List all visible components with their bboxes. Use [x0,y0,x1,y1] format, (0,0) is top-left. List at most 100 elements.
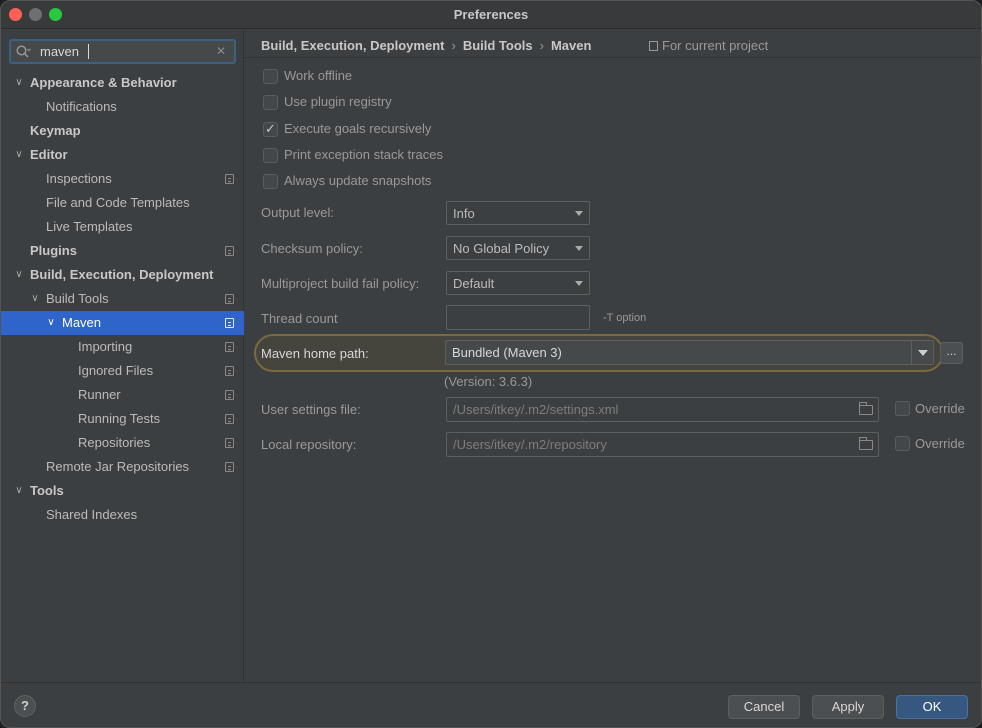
project-level-icon [225,462,234,472]
dropdown-arrow-icon[interactable] [911,341,933,364]
chevron-down-icon[interactable]: ∨ [29,287,41,311]
folder-icon[interactable] [859,402,873,415]
checksum-policy-label: Checksum policy: [261,241,363,256]
tree-item-file-code-templates[interactable]: File and Code Templates [1,191,244,215]
thread-count-label: Thread count [261,311,338,326]
tree-item-maven[interactable]: ∨ Maven [1,311,244,335]
project-level-icon [225,294,234,304]
breadcrumb-separator: › [451,38,456,53]
breadcrumb-item[interactable]: Build, Execution, Deployment [261,38,444,53]
tree-item-plugins[interactable]: Plugins [1,239,244,263]
tree-item-ignored-files[interactable]: Ignored Files [1,359,244,383]
checkbox-label: Override [915,401,965,416]
header-divider [245,57,981,58]
search-icon [16,45,31,58]
tree-item-label: Appearance & Behavior [30,75,177,90]
apply-button[interactable]: Apply [812,695,884,719]
local-repository-override-checkbox[interactable] [895,436,910,451]
checkbox-label: Print exception stack traces [284,147,443,162]
tree-item-running-tests[interactable]: Running Tests [1,407,244,431]
preferences-window: Preferences maven ✕ ∨ Appearance & Behav… [0,0,982,728]
project-level-icon [225,318,234,328]
print-exception-stack-traces-checkbox[interactable] [263,148,278,163]
select-value: No Global Policy [453,241,550,256]
use-plugin-registry-checkbox[interactable] [263,95,278,110]
thread-count-hint: -T option [603,312,647,324]
work-offline-checkbox[interactable] [263,69,278,84]
checkbox-label: Always update snapshots [284,173,432,188]
chevron-down-icon[interactable]: ∨ [13,263,25,287]
input-value: /Users/itkey/.m2/repository [453,437,607,452]
project-level-icon [225,246,234,256]
tree-item-label: Inspections [46,171,112,186]
tree-item-tools[interactable]: ∨ Tools [1,479,244,503]
scope-indicator: For current project [649,38,768,53]
project-level-icon [225,438,234,448]
tree-item-label: Remote Jar Repositories [46,459,190,474]
thread-count-input[interactable] [446,305,590,330]
tree-item-label: Tools [30,483,64,498]
tree-item-repositories[interactable]: Repositories [1,431,244,455]
folder-icon[interactable] [859,437,873,450]
dialog-footer: ? Cancel Apply OK [1,682,981,727]
title-bar: Preferences [1,1,981,29]
tree-item-label: Shared Indexes [46,507,138,522]
output-level-select[interactable]: Info [446,201,590,225]
breadcrumb-item[interactable]: Build Tools [463,38,533,53]
output-level-label: Output level: [261,205,334,220]
tree-item-label: Notifications [46,99,117,114]
select-value: Bundled (Maven 3) [452,345,562,360]
select-value: Info [453,206,475,221]
cancel-button[interactable]: Cancel [728,695,800,719]
tree-item-label: Editor [30,147,68,162]
tree-item-appearance-behavior[interactable]: ∨ Appearance & Behavior [1,71,244,95]
settings-tree: ∨ Appearance & Behavior Notifications Ke… [1,71,244,527]
tree-item-notifications[interactable]: Notifications [1,95,244,119]
checkbox-label: Work offline [284,68,353,83]
execute-goals-recursively-checkbox[interactable] [263,121,278,137]
tree-item-shared-indexes[interactable]: Shared Indexes [1,503,244,527]
chevron-down-icon[interactable]: ∨ [13,479,25,503]
chevron-down-icon[interactable]: ∨ [13,71,25,95]
tree-item-importing[interactable]: Importing [1,335,244,359]
browse-maven-home-button[interactable]: ... [940,342,963,364]
maven-settings-panel: Build, Execution, Deployment › Build Tools… [245,30,981,682]
tree-item-label: Keymap [30,123,81,138]
tree-item-runner[interactable]: Runner [1,383,244,407]
tree-item-label: Maven [62,315,102,330]
tree-item-build-execution-deployment[interactable]: ∨ Build, Execution, Deployment [1,263,244,287]
ok-button[interactable]: OK [896,695,968,719]
checksum-policy-select[interactable]: No Global Policy [446,236,590,260]
tree-item-inspections[interactable]: Inspections [1,167,244,191]
user-settings-file-label: User settings file: [261,402,361,417]
tree-item-remote-jar-repositories[interactable]: Remote Jar Repositories [1,455,244,479]
local-repository-input[interactable]: /Users/itkey/.m2/repository [446,432,879,457]
tree-item-editor[interactable]: ∨ Editor [1,143,244,167]
user-settings-file-input[interactable]: /Users/itkey/.m2/settings.xml [446,397,879,422]
checkbox-label: Use plugin registry [284,94,392,109]
maven-home-path-select[interactable]: Bundled (Maven 3) [445,340,934,365]
breadcrumb: Build, Execution, Deployment › Build Tools… [261,38,591,53]
maven-home-path-label: Maven home path: [261,346,369,361]
tree-item-keymap[interactable]: Keymap [1,119,244,143]
tree-item-live-templates[interactable]: Live Templates [1,215,244,239]
chevron-down-icon[interactable]: ∨ [13,143,25,167]
always-update-snapshots-checkbox[interactable] [263,174,278,189]
search-value: maven [40,44,80,59]
multiproject-fail-policy-select[interactable]: Default [446,271,590,295]
scope-label: For current project [662,38,769,53]
chevron-down-icon[interactable]: ∨ [45,311,57,335]
checkbox-label: Execute goals recursively [284,121,432,136]
tree-item-label: Runner [78,387,121,402]
dropdown-arrow-icon [575,281,583,286]
help-button[interactable]: ? [14,695,36,717]
user-settings-override-checkbox[interactable] [895,401,910,416]
tree-item-build-tools[interactable]: ∨ Build Tools [1,287,244,311]
text-caret [88,44,89,59]
multiproject-fail-policy-label: Multiproject build fail policy: [261,276,420,291]
project-scope-icon [649,41,658,51]
settings-search-input[interactable]: maven ✕ [9,39,236,64]
clear-search-icon[interactable]: ✕ [216,44,226,58]
tree-item-label: Plugins [30,243,77,258]
project-level-icon [225,174,234,184]
